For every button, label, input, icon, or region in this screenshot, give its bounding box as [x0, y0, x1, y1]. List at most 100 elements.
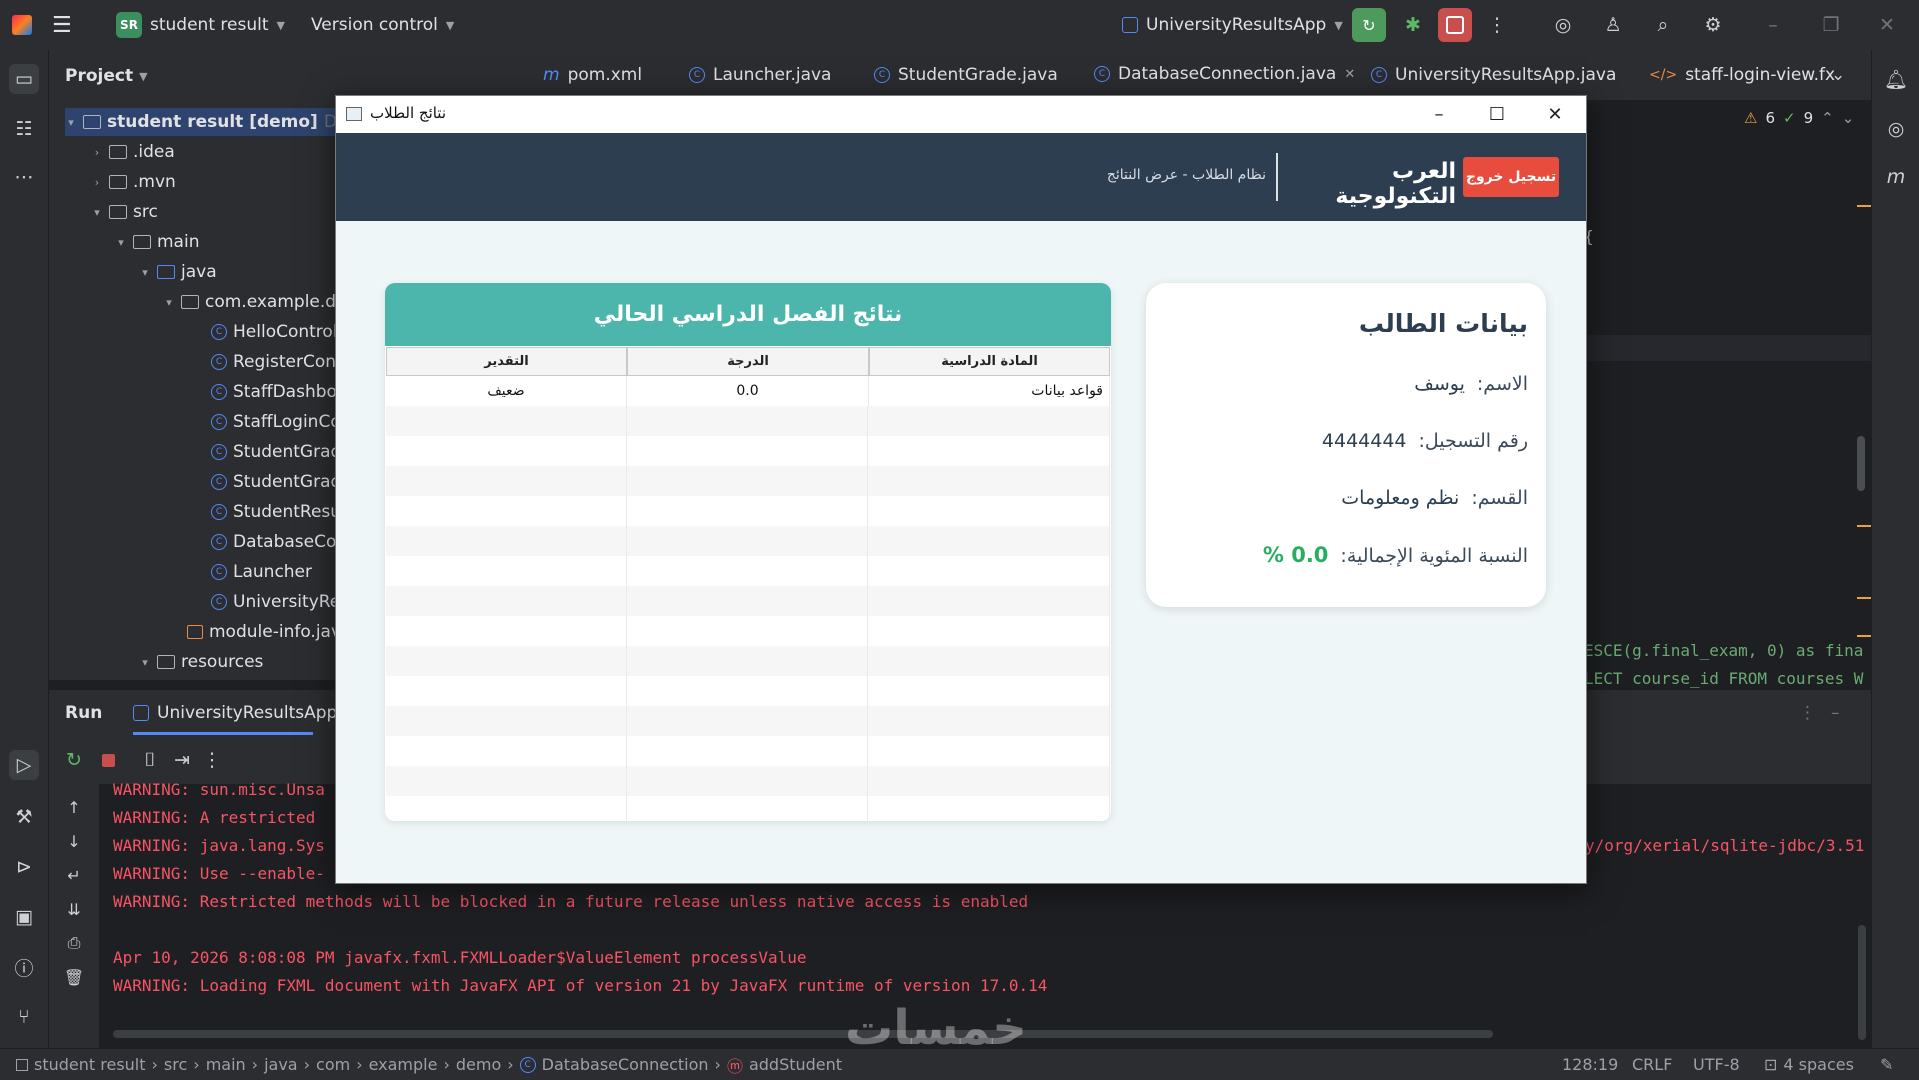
scroll-to-end-icon[interactable]: ⇊: [61, 896, 87, 922]
close-icon[interactable]: ✕: [1874, 12, 1900, 38]
arrow-down-icon[interactable]: ↓: [61, 828, 87, 854]
fx-window-titlebar[interactable]: نتائج الطلاب – ☐ ✕: [336, 96, 1586, 134]
ide-logo-icon[interactable]: [12, 0, 32, 50]
tab-pom[interactable]: m pom.xml: [543, 50, 642, 100]
tree-item-class[interactable]: C StudentGrad: [211, 468, 341, 496]
column-header-rating[interactable]: التقدير: [386, 347, 627, 376]
tree-item-class[interactable]: C StudentResul: [211, 498, 346, 526]
chevron-up-icon[interactable]: ⌃: [1821, 109, 1834, 127]
tabs-overflow-icon[interactable]: ⌄: [1831, 50, 1845, 100]
run-tool-icon[interactable]: ▷: [9, 750, 39, 780]
run-config-selector[interactable]: UniversityResultsApp ▼: [1122, 0, 1343, 50]
minimize-icon[interactable]: –: [1760, 12, 1786, 38]
run-config-tab[interactable]: UniversityResultsApp: [133, 690, 337, 736]
problems-icon[interactable]: ⓘ: [9, 952, 39, 982]
column-header-grade[interactable]: الدرجة: [627, 347, 869, 376]
breadcrumb-item[interactable]: demo: [456, 1055, 501, 1074]
tree-item-class[interactable]: C RegisterCont: [211, 348, 343, 376]
debug-icon[interactable]: ✱: [1400, 12, 1426, 38]
close-tab-icon[interactable]: ✕: [1344, 67, 1355, 82]
cursor-position[interactable]: 128:19: [1562, 1049, 1618, 1080]
read-only-toggle-icon[interactable]: ✎: [1880, 1049, 1893, 1080]
settings-gear-icon[interactable]: ⚙: [1700, 12, 1726, 38]
restore-icon[interactable]: ❐: [1818, 12, 1844, 38]
git-icon[interactable]: ⑂: [9, 1002, 39, 1032]
stop-button[interactable]: [1438, 8, 1472, 42]
breadcrumb-item[interactable]: example: [369, 1055, 438, 1074]
tab-launcher[interactable]: C Launcher.java: [689, 50, 831, 100]
close-icon[interactable]: ✕: [1526, 96, 1584, 133]
tree-item-class[interactable]: C StaffDashbo: [211, 378, 337, 406]
run-options-icon[interactable]: ⋮: [1799, 690, 1816, 736]
run-panel-title[interactable]: Run: [65, 690, 102, 736]
stop-icon[interactable]: [95, 747, 121, 773]
breadcrumb-item[interactable]: java: [264, 1055, 298, 1074]
tree-item-package[interactable]: ▾ com.example.de: [163, 288, 346, 316]
tree-item-java[interactable]: ▾ java: [139, 258, 216, 286]
tab-staff-login-view[interactable]: </> staff-login-view.fx: [1649, 50, 1835, 100]
breadcrumb-item[interactable]: addStudent: [749, 1055, 842, 1074]
tree-item-main[interactable]: ▾ main: [115, 228, 199, 256]
arrow-up-icon[interactable]: ↑: [61, 794, 87, 820]
column-header-subject[interactable]: المادة الدراسية: [869, 347, 1110, 376]
tree-item-class[interactable]: C StudentGrad: [211, 438, 341, 466]
camera-icon[interactable]: ⌷: [137, 747, 163, 773]
tab-university-results-app[interactable]: C UniversityResultsApp.java: [1371, 50, 1616, 100]
table-row[interactable]: قواعد بيانات 0.0 ضعيف: [386, 376, 1110, 406]
tree-item-class[interactable]: C UniversityRes: [211, 588, 349, 616]
indent-setting[interactable]: ⊡ 4 spaces: [1764, 1049, 1854, 1080]
trash-icon[interactable]: 🗑︎: [61, 964, 87, 990]
breadcrumb-item[interactable]: student result: [34, 1055, 146, 1074]
hide-panel-icon[interactable]: –: [1831, 690, 1840, 736]
ai-chat-icon[interactable]: ◎: [1881, 114, 1911, 144]
console-v-scrollbar[interactable]: [1858, 925, 1866, 1040]
tree-item-mvn[interactable]: › .mvn: [91, 168, 176, 196]
tree-item-module-info[interactable]: module-info.java: [187, 618, 351, 646]
minimize-icon[interactable]: –: [1410, 96, 1468, 133]
results-title: نتائج الفصل الدراسي الحالي: [385, 283, 1111, 346]
tree-item-class[interactable]: C DatabaseCon: [211, 528, 347, 556]
tree-item-class[interactable]: C StaffLoginCo: [211, 408, 341, 436]
file-encoding[interactable]: UTF-8: [1693, 1049, 1740, 1080]
version-control-menu[interactable]: Version control ▼: [311, 0, 454, 50]
more-options-icon[interactable]: ⋮: [1484, 12, 1510, 38]
exit-icon[interactable]: ⇥: [169, 747, 195, 773]
editor-scrollbar[interactable]: [1857, 436, 1865, 491]
project-panel-title[interactable]: Project ▼: [65, 62, 148, 90]
breadcrumb-item[interactable]: src: [164, 1055, 187, 1074]
maven-icon[interactable]: m: [1881, 162, 1911, 192]
inspection-widget[interactable]: ⚠ 6 ✓ 9 ⌃ ⌄: [1744, 101, 1854, 135]
rerun-button[interactable]: ↻: [1352, 8, 1386, 42]
console-h-scrollbar[interactable]: [113, 1030, 1493, 1038]
print-icon[interactable]: ⎙: [61, 930, 87, 956]
breadcrumb-item[interactable]: DatabaseConnection: [542, 1055, 709, 1074]
soft-wrap-icon[interactable]: ↵: [61, 862, 87, 888]
chevron-down-icon[interactable]: ⌄: [1842, 109, 1855, 127]
breadcrumb-item[interactable]: main: [206, 1055, 246, 1074]
main-menu-icon[interactable]: ☰: [52, 0, 72, 50]
structure-icon[interactable]: ☷: [9, 114, 39, 144]
notifications-bell-icon[interactable]: 🔔︎: [1881, 64, 1911, 94]
project-folder-icon[interactable]: ▭: [9, 64, 39, 94]
tree-item-class[interactable]: C Launcher: [211, 558, 312, 586]
maximize-icon[interactable]: ☐: [1468, 96, 1526, 133]
tree-item-resources[interactable]: ▾ resources: [139, 648, 263, 676]
logout-button[interactable]: تسجيل خروج: [1463, 157, 1559, 197]
search-icon[interactable]: ⌕: [1650, 12, 1676, 38]
project-switcher[interactable]: SR student result ▼: [116, 0, 285, 50]
tree-item-src[interactable]: ▾ src: [91, 198, 158, 226]
services-icon[interactable]: ⊳: [9, 852, 39, 882]
breadcrumb-item[interactable]: com: [316, 1055, 350, 1074]
terminal-icon[interactable]: ▣: [9, 902, 39, 932]
tree-item-idea[interactable]: › .idea: [91, 138, 175, 166]
line-separator[interactable]: CRLF: [1632, 1049, 1672, 1080]
tab-database-connection[interactable]: C DatabaseConnection.java ✕: [1094, 50, 1356, 100]
tree-item-class[interactable]: C HelloControll: [211, 318, 342, 346]
rerun-icon[interactable]: ↻: [61, 747, 87, 773]
more-tools-icon[interactable]: ⋯: [9, 162, 39, 192]
code-with-me-icon[interactable]: ♙: [1600, 12, 1626, 38]
build-hammer-icon[interactable]: ⚒: [9, 802, 39, 832]
more-options-icon[interactable]: ⋮: [199, 747, 225, 773]
tab-student-grade[interactable]: C StudentGrade.java: [874, 50, 1058, 100]
ai-assistant-icon[interactable]: ◎: [1550, 12, 1576, 38]
